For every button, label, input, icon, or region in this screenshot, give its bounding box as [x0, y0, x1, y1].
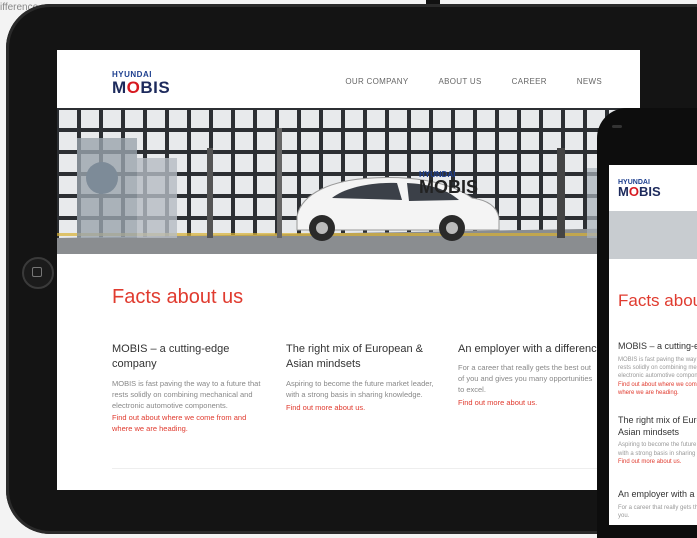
column-link[interactable]: Find out about where we come from and wh…: [112, 413, 268, 435]
hero-logo: HYUNDAI MOBIS: [419, 170, 479, 197]
main-nav: OUR COMPANY ABOUT US CAREER NEWS: [345, 77, 602, 86]
nav-news[interactable]: NEWS: [577, 77, 602, 86]
home-button[interactable]: [22, 257, 54, 289]
nav-our-company[interactable]: OUR COMPANY: [345, 77, 408, 86]
nav-about-us[interactable]: ABOUT US: [439, 77, 482, 86]
logo-name: MOBIS: [112, 78, 171, 97]
phone-section-company: MOBIS – a cutting-edge company MOBIS is …: [618, 341, 697, 398]
page-title: Facts about us: [112, 286, 244, 308]
phone-screen: HYUNDAI MOBIS Facts about us MOBIS – a c…: [609, 165, 697, 525]
column-company: MOBIS – a cutting-edge company MOBIS is …: [112, 342, 268, 435]
phone-section-body: For a career that really gets the best o…: [618, 504, 697, 520]
nav-career[interactable]: CAREER: [512, 77, 547, 86]
site-logo[interactable]: HYUNDAI MOBIS: [112, 70, 170, 98]
column-link[interactable]: Find out more about us.: [458, 398, 598, 409]
hero-illustration: [57, 108, 640, 254]
column-heading: The right mix of European & Asian mindse…: [286, 343, 423, 371]
phone-page-title: Facts about us: [618, 291, 697, 310]
phone-section-mindsets: The right mix of European & Asian mindse…: [618, 415, 697, 467]
phone-section-link[interactable]: Find out about where we come from and wh…: [618, 381, 697, 398]
column-mindsets: The right mix of European & Asian mindse…: [286, 342, 442, 413]
column-heading: MOBIS – a cutting-edge company: [112, 343, 230, 371]
phone-hero-image: [609, 211, 697, 259]
column-body: Aspiring to become the future market lea…: [286, 378, 434, 399]
column-employer: An employer with a difference For a care…: [458, 342, 603, 409]
phone-section-employer: An employer with a difference For a care…: [618, 489, 697, 520]
column-heading: An employer with a difference: [458, 343, 603, 355]
phone-logo[interactable]: HYUNDAI MOBIS: [618, 179, 661, 199]
phone-section-heading: MOBIS – a cutting-edge company: [618, 341, 697, 351]
divider: [112, 468, 612, 469]
tablet-screen: HYUNDAI MOBIS OUR COMPANY ABOUT US CAREE…: [57, 50, 640, 490]
column-body: For a career that really gets the best o…: [458, 363, 593, 395]
phone-section-heading: The right mix of European & Asian mindse…: [618, 415, 697, 437]
phone-section-link[interactable]: Find out more about us.: [618, 458, 697, 466]
hero-image: HYUNDAI MOBIS: [57, 108, 640, 254]
phone-section-heading: An employer with a difference: [618, 489, 697, 499]
phone-section-body: Aspiring to become the future market lea…: [618, 442, 697, 457]
phone-speaker: [612, 125, 622, 128]
column-link[interactable]: Find out more about us.: [286, 403, 442, 414]
phone-section-body: MOBIS is fast paving the way to a future…: [618, 356, 697, 380]
column-body: MOBIS is fast paving the way to a future…: [112, 378, 261, 410]
